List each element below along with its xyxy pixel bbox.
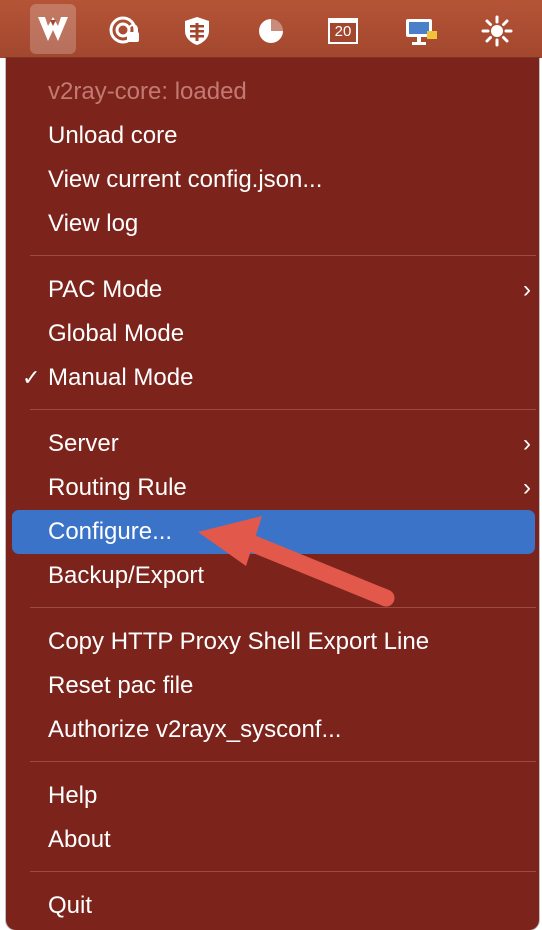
brightness-icon[interactable] (474, 8, 520, 54)
menu-separator (30, 607, 536, 608)
authorize-sysconf-item[interactable]: Authorize v2rayx_sysconf... (12, 708, 535, 752)
view-config-item[interactable]: View current config.json... (12, 158, 535, 202)
menu-separator (30, 409, 536, 410)
unload-core-item[interactable]: Unload core (12, 114, 535, 158)
shield-icon[interactable] (174, 8, 220, 54)
menu-bar: 20 (0, 0, 542, 58)
v2rayx-dropdown-menu: v2ray-core: loaded Unload core View curr… (6, 58, 539, 930)
pie-chart-icon[interactable] (248, 8, 294, 54)
core-status-label: v2ray-core: loaded (48, 78, 247, 105)
chevron-right-icon: › (523, 430, 531, 457)
checkmark-icon: ✓ (22, 365, 41, 390)
help-item[interactable]: Help (12, 774, 535, 818)
chevron-right-icon: › (523, 474, 531, 501)
server-item[interactable]: Server › (12, 422, 535, 466)
pac-mode-item[interactable]: PAC Mode › (12, 268, 535, 312)
menu-separator (30, 761, 536, 762)
display-icon[interactable] (398, 8, 444, 54)
about-item[interactable]: About (12, 818, 535, 862)
quit-item[interactable]: Quit (12, 884, 535, 928)
reset-pac-item[interactable]: Reset pac file (12, 664, 535, 708)
menu-separator (30, 871, 536, 872)
pac-mode-label: PAC Mode (48, 276, 163, 303)
v2rayx-icon[interactable] (30, 4, 76, 54)
global-mode-item[interactable]: Global Mode (12, 312, 535, 356)
screen: 20 v2ray-core: loaded Unload core View c… (0, 0, 542, 930)
backup-export-item[interactable]: Backup/Export (12, 554, 535, 598)
vpn-status-icon[interactable] (102, 8, 148, 54)
routing-rule-label: Routing Rule (48, 474, 187, 501)
manual-mode-label: Manual Mode (48, 364, 194, 391)
configure-item[interactable]: Configure... (12, 510, 535, 554)
calendar-icon[interactable]: 20 (320, 8, 366, 54)
server-label: Server (48, 430, 119, 457)
copy-proxy-export-item[interactable]: Copy HTTP Proxy Shell Export Line (12, 620, 535, 664)
manual-mode-item[interactable]: ✓ Manual Mode (12, 356, 535, 400)
view-log-item[interactable]: View log (12, 202, 535, 246)
chevron-right-icon: › (523, 276, 531, 303)
routing-rule-item[interactable]: Routing Rule › (12, 466, 535, 510)
menu-separator (30, 255, 536, 256)
calendar-day: 20 (328, 18, 358, 44)
